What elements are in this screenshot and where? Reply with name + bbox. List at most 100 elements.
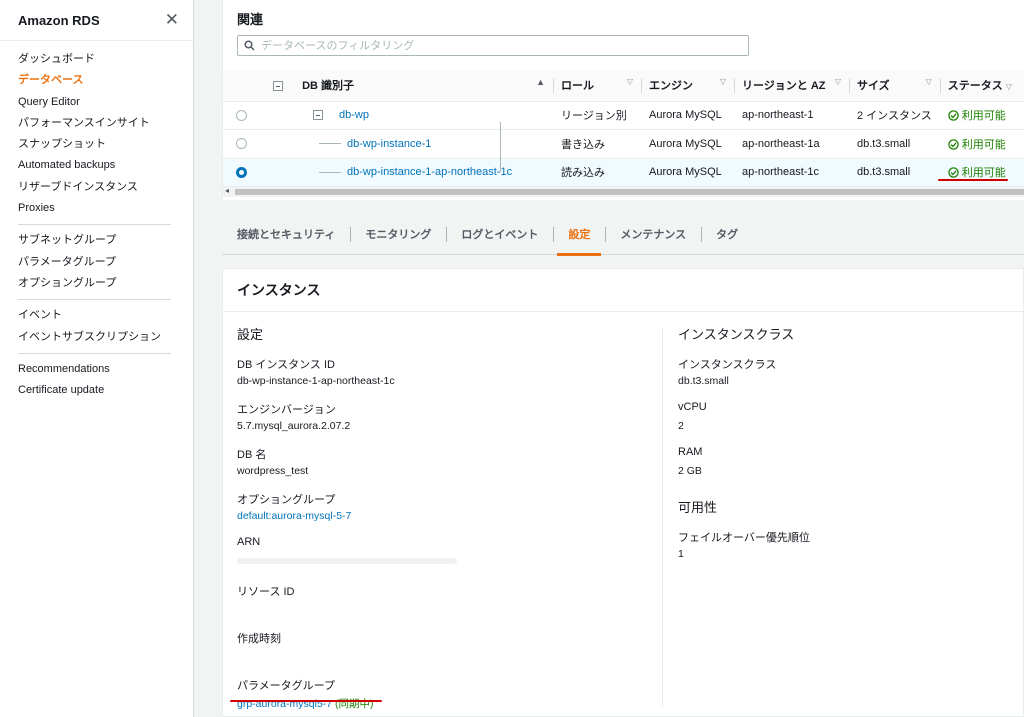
column-role[interactable]: ロール ▽ [553, 70, 641, 102]
column-size[interactable]: サイズ ▽ [849, 70, 940, 102]
class-column: インスタンスクラス インスタンスクラス db.t3.small vCPU 2 RAM… [678, 312, 1018, 562]
search-input[interactable] [261, 39, 731, 52]
field-label: インスタンスクラス [678, 359, 777, 371]
engine-cell: Aurora MySQL [641, 157, 734, 187]
table-row[interactable]: db-wp-instance-1 書き込み Aurora MySQL ap-north… [223, 129, 1024, 159]
row-select-radio[interactable] [236, 109, 247, 121]
arn-value [237, 555, 657, 569]
sidebar-nav: ダッシュボード データベース Query Editor パフォーマンスインサイト スナッ… [0, 41, 193, 401]
sidebar-item[interactable]: Query Editor [0, 92, 193, 113]
config-heading: 設定 [237, 327, 264, 342]
field-label: RAM [678, 446, 703, 458]
ram-value: 2 GB [678, 465, 702, 477]
db-identifier-link[interactable]: db-wp-instance-1 [347, 138, 431, 150]
vcpu-value: 2 [678, 420, 684, 432]
sidebar-item[interactable]: Proxies [0, 198, 193, 219]
column-status[interactable]: ステータス ▽ [939, 70, 1024, 102]
field-label: vCPU [678, 401, 707, 413]
row-select-radio[interactable] [236, 138, 247, 150]
tab-4[interactable]: メンテナンス [605, 214, 701, 255]
related-section: 関連 DB 識別子 ▲ ロール▽ エンジン▽ リージョンと [222, 0, 1024, 200]
class-heading: インスタンスクラス [678, 327, 795, 342]
horizontal-scrollbar[interactable]: ◂ [223, 186, 1024, 197]
failover-value: 1 [678, 548, 684, 560]
sidebar-item[interactable]: パフォーマンスインサイト [0, 113, 193, 134]
region-cell: ap-northeast-1 [734, 101, 849, 130]
detail-tabs: 接続とセキュリティ モニタリング ログとイベント 設定 メンテナンス タグ [222, 214, 1024, 256]
check-circle-icon [947, 167, 959, 178]
annotation-underline-status [938, 179, 1008, 181]
status-text: 利用可能 [961, 167, 1006, 180]
scrollbar-thumb[interactable] [235, 189, 1024, 195]
column-engine[interactable]: エンジン ▽ [641, 70, 734, 102]
table-row[interactable]: db-wp-instance-1-ap-northeast-1c 読み込み Auro… [223, 157, 1024, 187]
engine-version-value: 5.7.mysql_aurora.2.07.2 [237, 420, 351, 432]
search-box[interactable] [237, 35, 749, 56]
collapse-all-icon[interactable] [273, 81, 283, 92]
sidebar-item[interactable]: ダッシュボード [0, 49, 193, 70]
field-label: エンジンバージョン [237, 404, 336, 416]
option-group-link[interactable]: default:aurora-mysql-5-7 [237, 510, 657, 524]
annotation-underline-param-group [230, 700, 382, 702]
field-label: リソース ID [237, 586, 295, 598]
table-row[interactable]: db-wp リージョン別 Aurora MySQL ap-northeast-1 2 イ… [223, 101, 1024, 130]
filter-icon: ▽ [626, 77, 633, 87]
sidebar-item[interactable]: データベース [0, 70, 193, 91]
region-cell: ap-northeast-1c [734, 157, 849, 187]
sidebar-item[interactable]: Automated backups [0, 155, 193, 176]
sidebar-title: Amazon RDS [18, 12, 100, 28]
instance-class-value: db.t3.small [678, 375, 729, 387]
role-cell: 書き込み [553, 129, 641, 159]
field-label: 作成時刻 [237, 633, 281, 645]
sidebar-item[interactable]: スナップショット [0, 134, 193, 155]
sidebar-header: Amazon RDS ✕ [0, 0, 193, 40]
filter-icon: ▽ [925, 77, 932, 87]
sidebar-item[interactable]: パラメータグループ [0, 252, 193, 273]
sidebar-item[interactable]: サブネットグループ [0, 230, 193, 251]
db-name-value: wordpress_test [237, 465, 309, 477]
param-group-value: grp-aurora-mysql5-7 (同期中) [237, 696, 657, 710]
tab-1[interactable]: モニタリング [350, 214, 446, 255]
tab-2[interactable]: ログとイベント [446, 214, 553, 255]
sidebar-item[interactable]: Recommendations [0, 359, 193, 380]
close-icon[interactable]: ✕ [165, 10, 179, 30]
sidebar-item[interactable]: イベントサブスクリプション [0, 327, 193, 348]
column-region[interactable]: リージョンと AZ ▽ [734, 70, 849, 102]
field-label: DB 名 [237, 449, 267, 461]
collapse-icon[interactable] [313, 110, 323, 121]
sidebar-item[interactable]: オプショングループ [0, 273, 193, 294]
filter-icon: ▽ [1005, 82, 1012, 92]
column-db-id[interactable]: DB 識別子 ▲ [263, 70, 553, 102]
sidebar: Amazon RDS ✕ ダッシュボード データベース Query Editor パフ… [0, 0, 194, 717]
status-cell: 利用可能 [939, 157, 1024, 187]
db-identifier-link[interactable]: db-wp-instance-1-ap-northeast-1c [347, 166, 512, 178]
field-label: パラメータグループ [237, 680, 336, 692]
databases-table: DB 識別子 ▲ ロール ▽ エンジン ▽ リージョンと AZ ▽ サイズ ▽ ステータ… [223, 70, 1024, 187]
region-cell: ap-northeast-1a [734, 129, 849, 159]
scroll-left-icon[interactable]: ◂ [225, 186, 229, 195]
created-value [237, 649, 657, 663]
role-cell: リージョン別 [553, 101, 641, 130]
status-text: 利用可能 [961, 138, 1006, 151]
tab-5[interactable]: タグ [701, 214, 753, 255]
field-label: フェイルオーバー優先順位 [678, 532, 810, 544]
status-text: 利用可能 [961, 110, 1006, 123]
field-label: オプショングループ [237, 494, 336, 506]
engine-cell: Aurora MySQL [641, 101, 734, 130]
config-column: 設定 DB インスタンス ID db-wp-instance-1-ap-north… [237, 312, 657, 710]
filter-icon: ▽ [834, 77, 841, 87]
tab-0[interactable]: 接続とセキュリティ [222, 214, 350, 255]
role-cell: 読み込み [553, 157, 641, 187]
related-title: 関連 [237, 12, 264, 27]
db-identifier-link[interactable]: db-wp [339, 109, 369, 121]
sidebar-item[interactable]: Certificate update [0, 380, 193, 401]
db-instance-id-value: db-wp-instance-1-ap-northeast-1c [237, 375, 395, 387]
tab-3[interactable]: 設定 [553, 214, 605, 256]
row-select-radio[interactable] [236, 166, 247, 178]
engine-cell: Aurora MySQL [641, 129, 734, 159]
sidebar-item[interactable]: リザーブドインスタンス [0, 177, 193, 198]
main-content: 関連 DB 識別子 ▲ ロール▽ エンジン▽ リージョンと [222, 0, 1024, 717]
field-label: DB インスタンス ID [237, 359, 335, 371]
sort-asc-icon[interactable]: ▲ [536, 77, 545, 87]
sidebar-item[interactable]: イベント [0, 305, 193, 326]
